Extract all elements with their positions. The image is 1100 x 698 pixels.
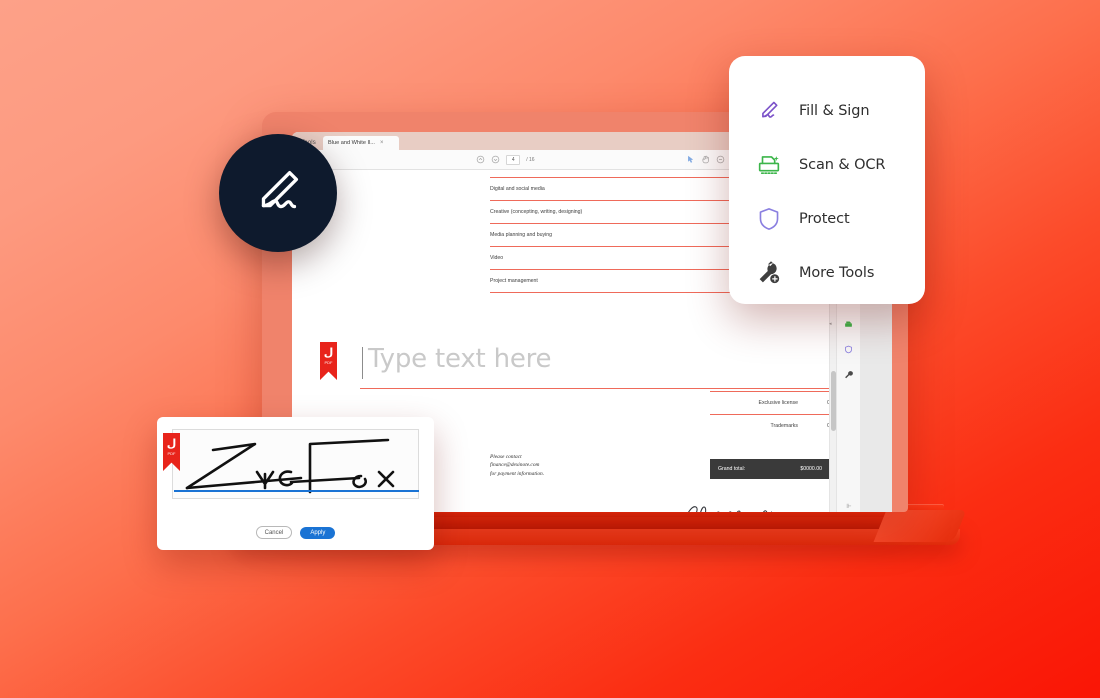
menu-item-label: Protect [799, 211, 850, 227]
document-signature [684, 496, 794, 512]
menu-item-fill-and-sign[interactable]: Fill & Sign [729, 84, 925, 138]
pen-signature-icon [261, 171, 299, 209]
table-cell-label: Video [490, 255, 504, 261]
signature-baseline [174, 489, 419, 492]
table-cell-label: Creative (concepting, writing, designing… [490, 209, 583, 215]
signature-dialog: ل PDF Cancel Apply [157, 417, 434, 550]
contact-line-2: finance@dexinote.com [490, 462, 540, 469]
next-page-icon[interactable] [491, 155, 500, 164]
pdf-bookmark-flag: ل PDF [163, 433, 180, 471]
menu-item-protect[interactable]: Protect [729, 192, 925, 246]
shield-icon [755, 205, 783, 233]
total-label: Trademarks [770, 423, 798, 429]
scan-ocr-rail-icon[interactable] [844, 316, 853, 334]
menu-item-more-tools[interactable]: More Tools [729, 246, 925, 300]
page-total-label: / 16 [526, 156, 535, 163]
pdf-flag-sub: PDF [167, 451, 176, 456]
table-cell-label: Project management [490, 278, 538, 284]
signature-dialog-actions: Cancel Apply [157, 526, 434, 539]
close-icon[interactable]: × [380, 140, 384, 146]
menu-item-label: Scan & OCR [799, 157, 886, 173]
table-cell-label: Media planning and buying [490, 232, 553, 238]
hand-tool-icon[interactable] [701, 155, 710, 164]
type-text-placeholder: Type text here [368, 344, 552, 374]
pdf-flag-sub: PDF [324, 360, 333, 365]
pdf-flag-glyph: ل [323, 346, 334, 359]
pdf-bookmark-flag: ل PDF [320, 342, 337, 380]
total-row: Trademarks 0 [710, 414, 830, 437]
contact-note: Please contact finance@dexinote.com for … [490, 453, 544, 478]
current-page-input[interactable]: 4 [506, 154, 521, 165]
type-field-underline [360, 388, 840, 390]
wrench-plus-icon [755, 259, 783, 287]
menu-item-label: More Tools [799, 265, 875, 281]
menu-item-label: Fill & Sign [799, 103, 870, 119]
menu-item-scan-and-ocr[interactable]: Scan & OCR [729, 138, 925, 192]
signature-canvas[interactable] [172, 429, 419, 499]
contact-line-1: Please contact [490, 454, 522, 460]
screenshot-root: Tools Blue and White Il... × [0, 0, 1100, 698]
expand-icon[interactable]: ⊩ [837, 503, 860, 510]
protect-rail-icon[interactable] [844, 341, 853, 359]
fill-and-sign-icon [755, 97, 783, 125]
grand-total-row: Grand total: $0000.00 [710, 459, 830, 479]
more-tools-rail-icon[interactable] [844, 366, 853, 384]
previous-page-icon[interactable] [476, 155, 485, 164]
collapse-panel-icon[interactable]: ◂ [829, 321, 832, 327]
text-caret [362, 347, 364, 379]
total-label: Exclusive license [758, 400, 799, 406]
scanner-icon [755, 151, 783, 179]
contact-line-3: for payment information. [490, 470, 545, 477]
pdf-flag-glyph: ل [166, 437, 177, 450]
document-tab-label: Blue and White Il... [328, 140, 375, 146]
apply-button[interactable]: Apply [300, 526, 336, 539]
document-tab[interactable]: Blue and White Il... × [323, 136, 400, 150]
laptop-foot [873, 510, 967, 542]
fill-and-sign-logo-badge [219, 134, 337, 252]
page-navigation: 4 / 16 [476, 154, 535, 165]
cancel-button[interactable]: Cancel [255, 526, 293, 539]
tools-menu-panel: Fill & Sign Scan & OCR Protect More Tool… [729, 56, 925, 304]
zoom-out-icon[interactable] [716, 155, 725, 164]
grand-total-label: Grand total: [718, 466, 746, 472]
grand-total-value: $0000.00 [800, 466, 822, 472]
table-cell-label: Digital and social media [490, 186, 545, 192]
select-cursor-icon[interactable] [686, 155, 695, 164]
type-text-field[interactable]: ل PDF Type text here [320, 336, 840, 392]
total-row: Exclusive license 0 [710, 391, 830, 414]
